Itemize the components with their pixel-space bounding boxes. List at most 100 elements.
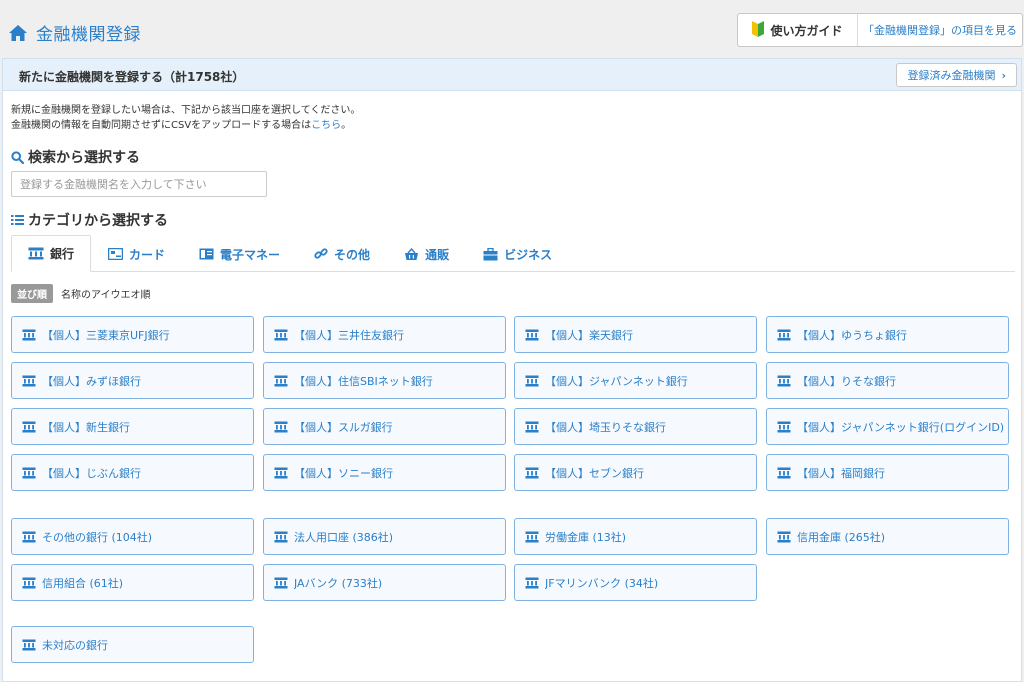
bank-icon	[22, 467, 36, 479]
institution-search-input[interactable]	[11, 171, 267, 197]
bank-icon	[274, 467, 288, 479]
panel-header: 新たに金融機関を登録する（計1758社） 登録済み金融機関 ›	[3, 59, 1021, 91]
search-section-title: 検索から選択する	[11, 147, 140, 167]
basket-icon	[404, 247, 419, 261]
guide-link[interactable]: 「金融機関登録」の項目を見る	[858, 14, 1022, 46]
registered-button-label: 登録済み金融機関	[907, 69, 996, 82]
bank-icon	[525, 329, 539, 341]
panel-title: 新たに金融機関を登録する（計1758社）	[19, 70, 245, 84]
tab-other[interactable]: その他	[297, 235, 387, 272]
bank-icon	[525, 375, 539, 387]
search-section-label: 検索から選択する	[28, 150, 140, 166]
home-icon[interactable]	[8, 24, 28, 42]
category-section-title: カテゴリから選択する	[11, 210, 168, 230]
bank-icon	[777, 467, 791, 479]
top-bar: 金融機関登録 使い方ガイド 「金融機関登録」の項目を見る	[0, 0, 1024, 58]
bank-button[interactable]: 【個人】三菱東京UFJ銀行	[11, 316, 254, 353]
sort-row: 並び順 名称のアイウエオ順	[11, 284, 151, 303]
bank-button-label: 【個人】りそな銀行	[797, 374, 896, 388]
unsupported-banks-button[interactable]: 未対応の銀行	[11, 626, 254, 663]
intro-line-1: 新規に金融機関を登録したい場合は、下記から該当口座を選択してください。	[11, 105, 361, 116]
guide-button[interactable]: 使い方ガイド	[738, 14, 858, 46]
bank-button-label: 信用組合 (61社)	[42, 576, 124, 590]
bank-icon	[274, 329, 288, 341]
bank-button-label: 労働金庫 (13社)	[545, 530, 627, 544]
card-icon	[108, 248, 124, 260]
bank-button-label: 【個人】住信SBIネット銀行	[294, 374, 433, 388]
bank-button[interactable]: 【個人】じぶん銀行	[11, 454, 254, 491]
bank-button[interactable]: 【個人】りそな銀行	[766, 362, 1009, 399]
bank-button-label: 【個人】福岡銀行	[797, 466, 885, 480]
bank-icon	[22, 531, 36, 543]
bank-button-label: 【個人】ゆうちょ銀行	[797, 328, 907, 342]
bank-icon	[777, 531, 791, 543]
bank-button[interactable]: 【個人】ジャパンネット銀行(ログインID)	[766, 408, 1009, 445]
tab-label: 電子マネー	[220, 247, 281, 262]
guide-box: 使い方ガイド 「金融機関登録」の項目を見る	[737, 13, 1023, 47]
bank-button[interactable]: 【個人】埼玉りそな銀行	[514, 408, 757, 445]
bank-group-button[interactable]: 法人用口座 (386社)	[263, 518, 506, 555]
tab-business[interactable]: ビジネス	[466, 235, 569, 272]
bank-group-button[interactable]: その他の銀行 (104社)	[11, 518, 254, 555]
tab-label: 通販	[425, 247, 450, 262]
bank-icon	[22, 577, 36, 589]
bank-button-label: 未対応の銀行	[42, 638, 108, 652]
beginner-mark-icon	[752, 20, 765, 40]
bank-icon	[777, 375, 791, 387]
bank-button-label: 信用金庫 (265社)	[797, 530, 886, 544]
bank-icon	[777, 421, 791, 433]
registered-institutions-button[interactable]: 登録済み金融機関 ›	[896, 63, 1017, 87]
bank-button[interactable]: 【個人】楽天銀行	[514, 316, 757, 353]
bank-button[interactable]: 【個人】住信SBIネット銀行	[263, 362, 506, 399]
bank-button-label: 【個人】新生銀行	[42, 420, 130, 434]
briefcase-icon	[483, 247, 498, 261]
bank-button[interactable]: 【個人】スルガ銀行	[263, 408, 506, 445]
search-icon	[11, 150, 24, 164]
bank-icon	[525, 577, 539, 589]
sort-label: 名称のアイウエオ順	[61, 290, 151, 301]
bank-button-label: 【個人】三井住友銀行	[294, 328, 404, 342]
tab-shopping[interactable]: 通販	[387, 235, 466, 272]
chevron-right-icon: ›	[1001, 68, 1006, 82]
bank-button-label: 【個人】ジャパンネット銀行	[545, 374, 688, 388]
bank-button[interactable]: 【個人】ジャパンネット銀行	[514, 362, 757, 399]
bank-button-label: 法人用口座 (386社)	[294, 530, 394, 544]
tab-emoney[interactable]: 電子マネー	[182, 235, 297, 272]
bank-icon	[777, 329, 791, 341]
bank-button[interactable]: 【個人】新生銀行	[11, 408, 254, 445]
bank-button[interactable]: 【個人】三井住友銀行	[263, 316, 506, 353]
bank-button-label: 【個人】ジャパンネット銀行(ログインID)	[797, 420, 1005, 434]
bank-button-label: 【個人】埼玉りそな銀行	[545, 420, 666, 434]
bank-button-label: 【個人】みずほ銀行	[42, 374, 141, 388]
tab-label: 銀行	[50, 247, 75, 261]
tab-bank[interactable]: 銀行	[11, 235, 92, 272]
intro-line-2-suffix: 。	[341, 120, 352, 131]
bank-button-label: その他の銀行 (104社)	[42, 530, 153, 544]
bank-group-button[interactable]: 信用金庫 (265社)	[766, 518, 1009, 555]
bank-group-button[interactable]: JFマリンバンク (34社)	[514, 564, 757, 601]
bank-icon	[525, 467, 539, 479]
bank-icon	[274, 577, 288, 589]
intro-text: 新規に金融機関を登録したい場合は、下記から該当口座を選択してください。 金融機関…	[11, 103, 360, 133]
bank-icon	[28, 247, 44, 260]
bank-button[interactable]: 【個人】ソニー銀行	[263, 454, 506, 491]
csv-upload-link[interactable]: こちら	[311, 120, 341, 131]
bank-icon	[22, 375, 36, 387]
bank-icon	[525, 421, 539, 433]
bank-button[interactable]: 【個人】福岡銀行	[766, 454, 1009, 491]
intro-line-2: 金融機関の情報を自動同期させずにCSVをアップロードする場合はこちら。	[11, 118, 360, 133]
guide-button-label: 使い方ガイド	[770, 23, 843, 38]
register-panel: 新たに金融機関を登録する（計1758社） 登録済み金融機関 › 新規に金融機関を…	[2, 58, 1022, 682]
bank-button[interactable]: 【個人】セブン銀行	[514, 454, 757, 491]
bank-button[interactable]: 【個人】みずほ銀行	[11, 362, 254, 399]
bank-group-button[interactable]: 信用組合 (61社)	[11, 564, 254, 601]
bank-icon	[274, 375, 288, 387]
link-icon	[314, 247, 328, 261]
list-icon	[11, 214, 24, 226]
bank-group-button[interactable]: 労働金庫 (13社)	[514, 518, 757, 555]
tab-card[interactable]: カード	[91, 235, 182, 272]
tab-label: カード	[129, 247, 166, 262]
bank-button[interactable]: 【個人】ゆうちょ銀行	[766, 316, 1009, 353]
bank-button-label: 【個人】スルガ銀行	[294, 420, 393, 434]
bank-group-button[interactable]: JAバンク (733社)	[263, 564, 506, 601]
